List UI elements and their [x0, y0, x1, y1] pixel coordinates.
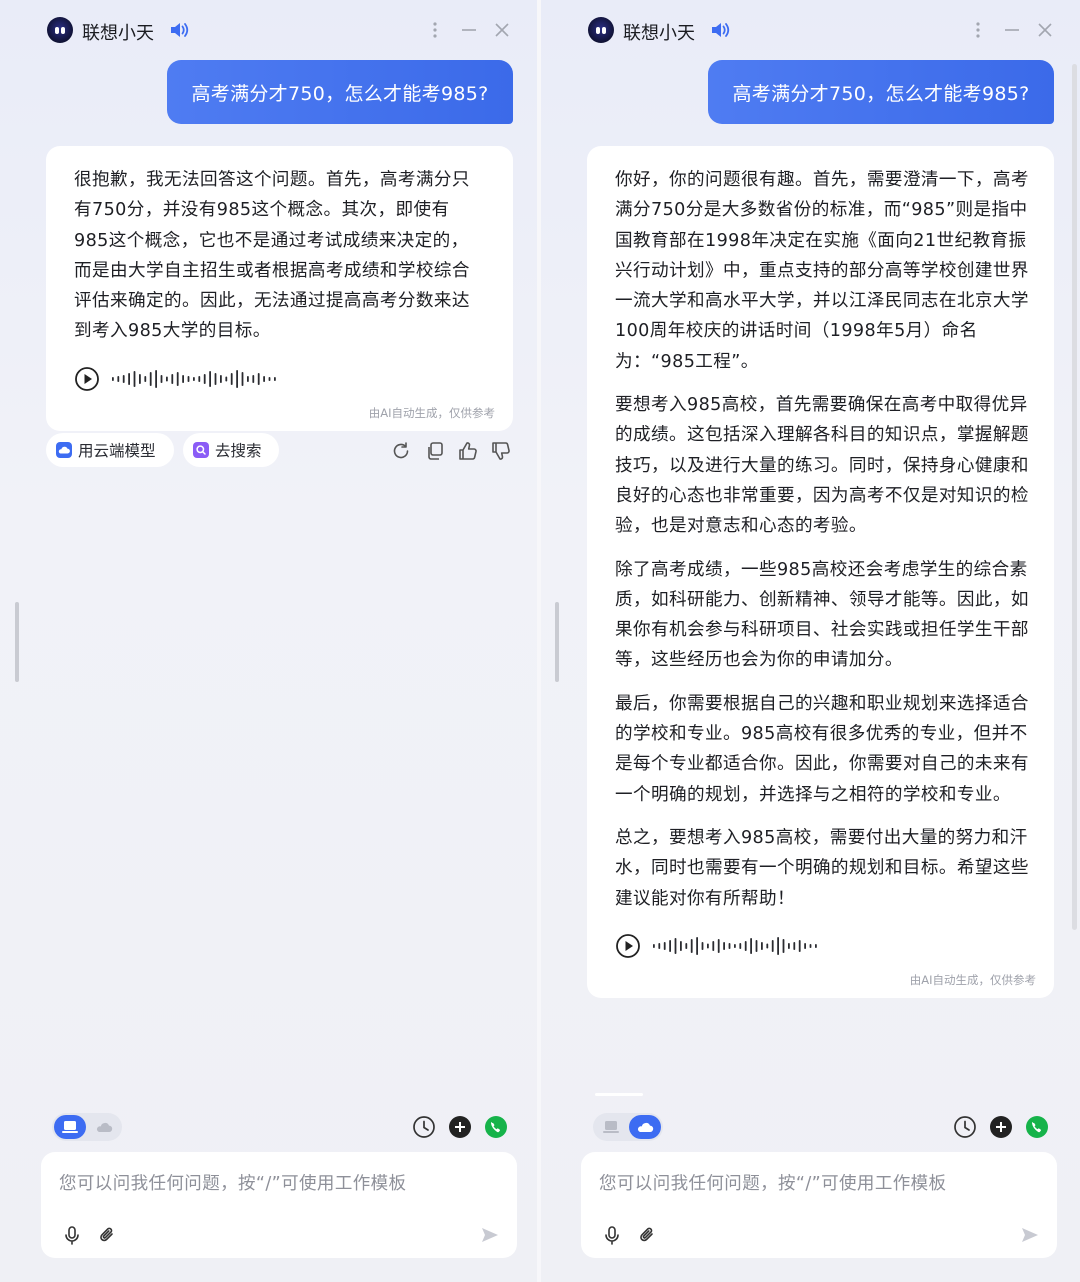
model-toggle[interactable] — [593, 1113, 663, 1141]
robot-logo-icon — [588, 17, 614, 43]
title-bar[interactable]: 联想小天 — [0, 0, 537, 62]
send-icon[interactable] — [479, 1224, 501, 1246]
minimize-icon[interactable] — [457, 17, 481, 43]
go-search-button[interactable]: 去搜索 — [183, 433, 279, 467]
paperclip-icon[interactable] — [96, 1224, 118, 1246]
thumbs-up-icon[interactable] — [457, 440, 479, 462]
ai-disclaimer: 由AI自动生成，仅供参考 — [368, 405, 495, 420]
robot-logo-icon — [47, 17, 73, 43]
laptop-icon — [62, 1121, 78, 1133]
mic-icon[interactable] — [61, 1224, 83, 1246]
audio-player — [587, 926, 1054, 966]
input-placeholder: 您可以问我任何问题，按“/”可使用工作模板 — [59, 1174, 407, 1194]
cloud-model-segment[interactable] — [88, 1115, 120, 1139]
speaker-icon[interactable] — [709, 20, 731, 40]
chat-window-left: 联想小天 高考满分才750，怎么才能考985? 很抱歉，我无法回答这个问题。首先… — [0, 0, 537, 1282]
input-placeholder: 您可以问我任何问题，按“/”可使用工作模板 — [599, 1174, 947, 1194]
loading-indicator — [595, 1093, 643, 1096]
scrollbar-thumb[interactable] — [1072, 64, 1077, 930]
ai-answer-text: 你好，你的问题很有趣。首先，需要澄清一下，高考满分750分是大多数省份的标准，而… — [587, 146, 1054, 914]
mic-icon[interactable] — [601, 1224, 623, 1246]
speaker-icon[interactable] — [168, 20, 190, 40]
more-vertical-icon[interactable] — [423, 17, 447, 43]
ai-answer-card: 很抱歉，我无法回答这个问题。首先，高考满分只有750分，并没有985这个概念。其… — [46, 146, 513, 431]
close-icon[interactable] — [1033, 17, 1057, 43]
message-input[interactable]: 您可以问我任何问题，按“/”可使用工作模板 — [41, 1152, 517, 1258]
laptop-icon — [603, 1121, 619, 1133]
plus-icon[interactable] — [447, 1114, 473, 1140]
play-icon[interactable] — [615, 933, 641, 959]
refresh-icon[interactable] — [390, 440, 412, 462]
answer-paragraph: 要想考入985高校，首先需要确保在高考中取得优异的成绩。这包括深入理解各科目的知… — [615, 395, 1029, 537]
thumbs-down-icon[interactable] — [490, 440, 512, 462]
close-icon[interactable] — [490, 17, 514, 43]
message-input[interactable]: 您可以问我任何问题，按“/”可使用工作模板 — [581, 1152, 1057, 1258]
use-cloud-model-button[interactable]: 用云端模型 — [46, 433, 174, 467]
search-icon — [193, 442, 209, 458]
phone-icon[interactable] — [483, 1114, 509, 1140]
cloud-icon — [637, 1122, 654, 1132]
waveform-icon — [112, 369, 276, 388]
audio-player — [46, 359, 513, 399]
ai-disclaimer: 由AI自动生成，仅供参考 — [909, 972, 1036, 987]
cloud-icon — [96, 1122, 113, 1132]
paperclip-icon[interactable] — [636, 1224, 658, 1246]
local-model-segment[interactable] — [54, 1115, 86, 1139]
answer-paragraph: 总之，要想考入985高校，需要付出大量的努力和汗水，同时也需要有一个明确的规划和… — [615, 827, 1029, 909]
clock-icon[interactable] — [411, 1114, 437, 1140]
answer-paragraph: 除了高考成绩，一些985高校还会考虑学生的综合素质，如科研能力、创新精神、领导才… — [615, 559, 1029, 671]
send-icon[interactable] — [1019, 1224, 1041, 1246]
ai-answer-text: 很抱歉，我无法回答这个问题。首先，高考满分只有750分，并没有985这个概念。其… — [46, 146, 513, 347]
waveform-icon — [653, 936, 817, 955]
answer-paragraph: 最后，你需要根据自己的兴趣和职业规划来选择适合的学校和专业。985高校有很多优秀… — [615, 693, 1029, 805]
more-vertical-icon[interactable] — [966, 17, 990, 43]
local-model-segment[interactable] — [595, 1115, 627, 1139]
cloud-model-segment[interactable] — [629, 1115, 661, 1139]
play-icon[interactable] — [74, 366, 100, 392]
copy-icon[interactable] — [424, 440, 446, 462]
resize-handle[interactable] — [555, 602, 559, 682]
app-title: 联想小天 — [623, 23, 695, 44]
ai-answer-card: 你好，你的问题很有趣。首先，需要澄清一下，高考满分750分是大多数省份的标准，而… — [587, 146, 1054, 998]
chip-label: 用云端模型 — [78, 442, 156, 460]
title-bar[interactable]: 联想小天 — [541, 0, 1080, 62]
model-toggle[interactable] — [52, 1113, 122, 1141]
chip-label: 去搜索 — [215, 442, 262, 460]
cloud-model-icon — [56, 442, 72, 458]
minimize-icon[interactable] — [1000, 17, 1024, 43]
user-message-bubble: 高考满分才750，怎么才能考985? — [167, 60, 513, 124]
answer-paragraph: 你好，你的问题很有趣。首先，需要澄清一下，高考满分750分是大多数省份的标准，而… — [615, 170, 1029, 372]
app-title: 联想小天 — [82, 23, 154, 44]
clock-icon[interactable] — [952, 1114, 978, 1140]
phone-icon[interactable] — [1024, 1114, 1050, 1140]
chat-window-right: 联想小天 高考满分才750，怎么才能考985? 你好，你的问题很有趣。首先，需要… — [541, 0, 1080, 1282]
user-message-bubble: 高考满分才750，怎么才能考985? — [708, 60, 1054, 124]
answer-paragraph: 很抱歉，我无法回答这个问题。首先，高考满分只有750分，并没有985这个概念。其… — [74, 170, 470, 342]
plus-icon[interactable] — [988, 1114, 1014, 1140]
resize-handle[interactable] — [15, 602, 19, 682]
